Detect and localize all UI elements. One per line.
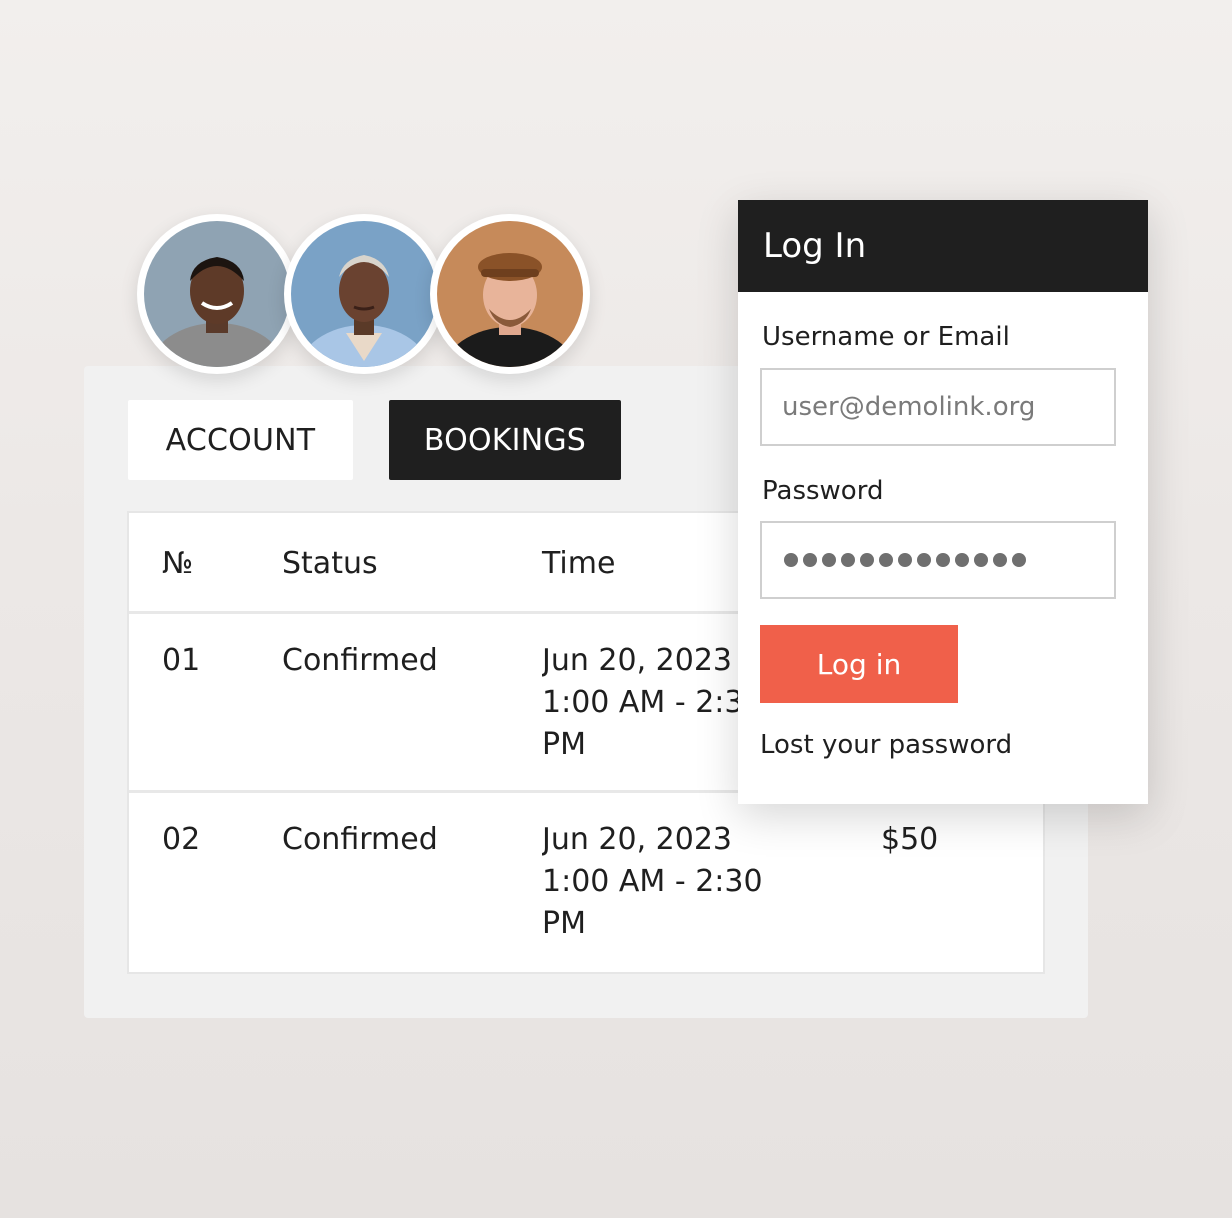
password-mask-dot: [917, 553, 931, 567]
row-1-number: 01: [162, 643, 201, 678]
password-mask-dot: [784, 553, 798, 567]
lost-password-link[interactable]: Lost your password: [760, 730, 1012, 760]
row-2-status: Confirmed: [282, 822, 438, 857]
password-input[interactable]: [760, 521, 1116, 599]
password-mask-dot: [879, 553, 893, 567]
password-mask-dot: [1012, 553, 1026, 567]
login-card: Log In Username or Email Password Log in…: [738, 200, 1148, 804]
avatar-man-grey-sweater: [137, 214, 297, 374]
password-mask-dot: [898, 553, 912, 567]
password-label: Password: [762, 476, 884, 506]
row-1-status: Confirmed: [282, 643, 438, 678]
tab-bookings[interactable]: BOOKINGS: [389, 400, 621, 480]
login-title: Log In: [738, 200, 1148, 292]
username-input[interactable]: [760, 368, 1116, 446]
avatar-man-brown-cap: [430, 214, 590, 374]
avatar-woman-blue-blazer: [284, 214, 444, 374]
login-submit-button[interactable]: Log in: [760, 625, 958, 703]
row-2-time: Jun 20, 2023 1:00 AM - 2:30 PM: [542, 822, 763, 941]
password-mask-dot: [993, 553, 1007, 567]
column-header-number: №: [162, 546, 194, 581]
avatar-portrait-icon: [144, 221, 290, 367]
password-mask-dot: [841, 553, 855, 567]
password-mask-dot: [803, 553, 817, 567]
password-mask-dot: [936, 553, 950, 567]
password-mask-dot: [974, 553, 988, 567]
avatar-portrait-icon: [291, 221, 437, 367]
username-label: Username or Email: [762, 322, 1010, 352]
column-header-status: Status: [282, 546, 378, 581]
password-mask-dot: [822, 553, 836, 567]
column-header-time: Time: [542, 546, 616, 581]
row-2-price: $50: [881, 822, 939, 857]
row-2-number: 02: [162, 822, 201, 857]
password-mask-dot: [955, 553, 969, 567]
avatar-portrait-icon: [437, 221, 583, 367]
tab-account[interactable]: ACCOUNT: [128, 400, 353, 480]
password-mask-dot: [860, 553, 874, 567]
